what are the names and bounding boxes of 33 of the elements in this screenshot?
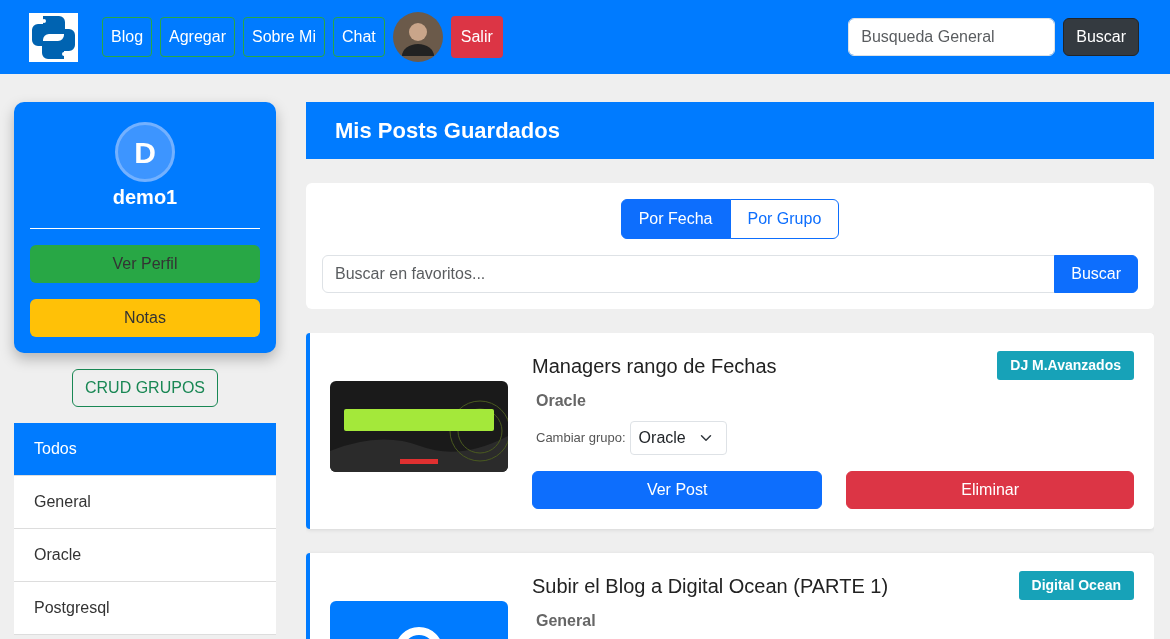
- group-item[interactable]: General: [14, 476, 276, 529]
- sort-tab[interactable]: Por Fecha: [620, 199, 731, 239]
- delete-button[interactable]: Eliminar: [846, 471, 1134, 509]
- page-header: Mis Posts Guardados: [306, 102, 1154, 159]
- notes-button[interactable]: Notas: [30, 299, 260, 337]
- group-badge: DJ M.Avanzados: [997, 351, 1134, 380]
- avatar-initial: D: [115, 122, 175, 182]
- group-item[interactable]: Todos: [14, 423, 276, 476]
- search-button[interactable]: Buscar: [1054, 255, 1138, 293]
- group-item[interactable]: Postgresql: [14, 582, 276, 635]
- user-avatar[interactable]: [392, 12, 443, 62]
- search-button[interactable]: Buscar: [1063, 18, 1139, 56]
- sort-tab[interactable]: Por Grupo: [729, 199, 840, 239]
- group-select[interactable]: Oracle: [629, 421, 727, 455]
- logo-icon[interactable]: [29, 12, 78, 62]
- nav-link-button[interactable]: Chat: [333, 17, 385, 57]
- change-group-label: Cambiar grupo:: [536, 429, 626, 448]
- nav-link-button[interactable]: Sobre Mi: [242, 17, 325, 57]
- post-title: Subir el Blog a Digital Ocean (PARTE 1): [532, 574, 889, 599]
- favorites-search-field[interactable]: Buscar en favoritos...: [322, 255, 1056, 293]
- post-group: Oracle: [536, 389, 1134, 413]
- nav-link-button[interactable]: Blog: [102, 17, 153, 57]
- group-badge: Digital Ocean: [1018, 571, 1134, 600]
- profile-button[interactable]: Ver Perfil: [30, 245, 260, 283]
- nav-link-button[interactable]: Agregar: [160, 17, 235, 57]
- crud-groups-button[interactable]: CRUD GRUPOS: [72, 369, 218, 407]
- logout-button[interactable]: Salir: [450, 16, 503, 58]
- group-item[interactable]: Oracle: [14, 529, 276, 582]
- post-group: General: [536, 609, 1134, 633]
- post-title: Managers rango de Fechas: [532, 354, 777, 379]
- search-field[interactable]: Busqueda General: [848, 18, 1056, 56]
- username: demo1: [112, 185, 178, 210]
- view-post-button[interactable]: Ver Post: [532, 471, 823, 509]
